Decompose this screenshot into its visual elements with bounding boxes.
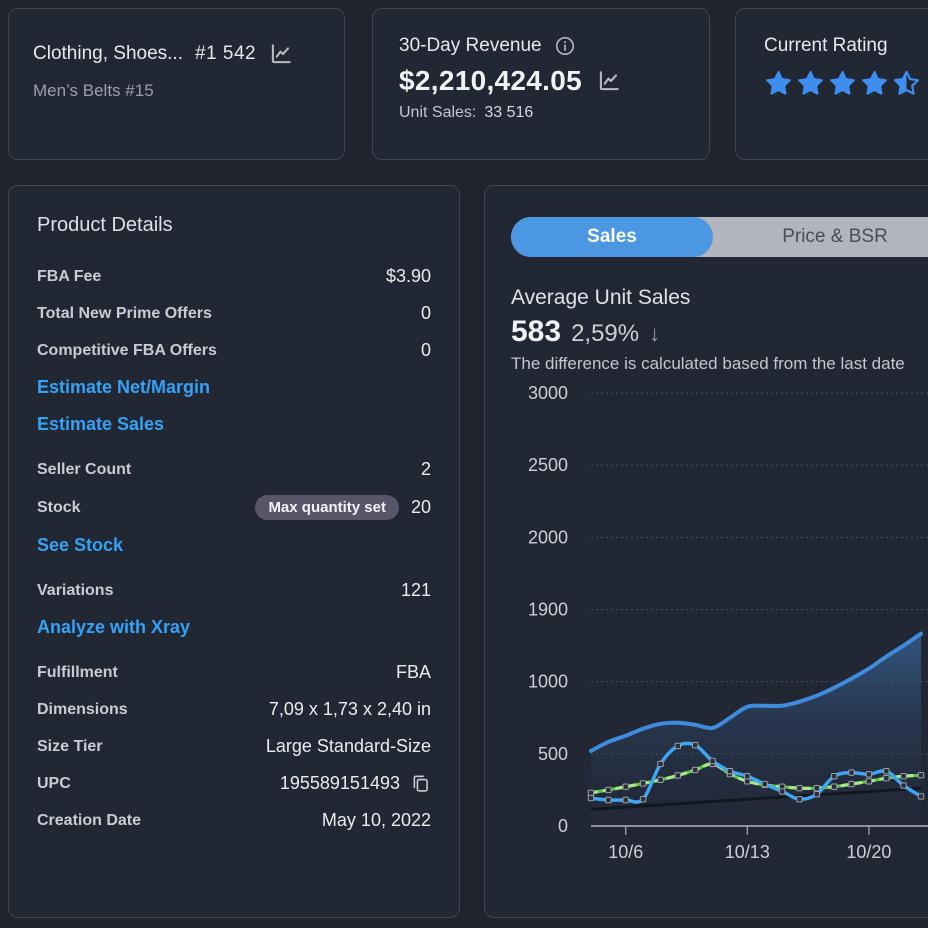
prime-offers-row: Total New Prime Offers 0: [37, 302, 431, 325]
stat-value: 583: [511, 315, 562, 348]
row-value: $3.90: [385, 266, 431, 286]
unit-sales-label: Unit Sales:: [399, 104, 477, 121]
svg-text:3000: 3000: [528, 383, 568, 403]
row-label: Stock: [37, 498, 81, 516]
row-label: Fulfillment: [37, 663, 118, 681]
row-value: 20: [410, 497, 431, 517]
row-label: Variations: [37, 581, 114, 599]
revenue-title: 30-Day Revenue: [399, 35, 542, 56]
info-icon[interactable]: [554, 35, 576, 57]
logistics-group: Fulfillment FBA Dimensions 7,09 x 1,73 x…: [37, 661, 431, 832]
fulfillment-row: Fulfillment FBA: [37, 661, 431, 684]
stock-row: Stock Max quantity set 20: [37, 495, 431, 520]
svg-text:10/13: 10/13: [725, 842, 770, 862]
row-label: Competitive FBA Offers: [37, 341, 217, 359]
rating-card: Current Rating: [735, 8, 928, 160]
row-label: Seller Count: [37, 460, 132, 478]
star-icon: [862, 70, 887, 95]
svg-text:2000: 2000: [528, 527, 568, 547]
line-chart-icon[interactable]: [268, 41, 294, 67]
svg-text:1000: 1000: [528, 672, 568, 692]
sales-chart-panel: Sales Price & BSR Average Unit Sales 583…: [484, 185, 928, 918]
category-subrank: Men’s Belts #15: [33, 81, 154, 100]
estimate-net-margin-link[interactable]: Estimate Net/Margin: [37, 376, 431, 399]
sales-price-tabs: Sales Price & BSR: [511, 217, 928, 257]
revenue-value: $2,210,424.05: [399, 65, 582, 96]
tab-sales[interactable]: Sales: [511, 217, 713, 257]
row-value: FBA: [395, 662, 431, 682]
copy-icon[interactable]: [410, 773, 431, 794]
row-value: Large Standard-Size: [265, 736, 431, 756]
sales-line-chart[interactable]: 0 500 1000 1900 2000 2500 3000 10/6 10/13 10/20: [485, 381, 928, 891]
category-rank: #1 542: [194, 43, 257, 64]
chart-heading: Average Unit Sales: [511, 286, 691, 309]
see-stock-link[interactable]: See Stock: [37, 534, 431, 557]
down-arrow-icon: ↓: [649, 321, 661, 346]
row-label: UPC: [37, 774, 71, 792]
seller-count-row: Seller Count 2: [37, 458, 431, 481]
row-label: Total New Prime Offers: [37, 304, 212, 322]
row-value: May 10, 2022: [321, 810, 431, 830]
panel-title: Product Details: [37, 214, 173, 236]
estimate-sales-link[interactable]: Estimate Sales: [37, 413, 431, 436]
star-icon: [893, 70, 920, 95]
star-icon: [766, 70, 791, 95]
creation-date-row: Creation Date May 10, 2022: [37, 809, 431, 832]
row-value: 121: [400, 580, 431, 600]
star-rating: [764, 69, 928, 98]
star-icon: [798, 70, 823, 95]
row-value: 0: [420, 303, 431, 323]
rating-title: Current Rating: [764, 35, 888, 56]
svg-text:0: 0: [558, 816, 568, 836]
svg-text:10/20: 10/20: [846, 842, 891, 862]
line-chart-icon[interactable]: [596, 68, 622, 94]
upc-row: UPC 195589151493: [37, 772, 431, 795]
svg-text:10/6: 10/6: [608, 842, 643, 862]
fees-offers-group: FBA Fee $3.90 Total New Prime Offers 0 C…: [37, 265, 431, 436]
svg-text:1900: 1900: [528, 600, 568, 620]
tab-price-bsr[interactable]: Price & BSR: [713, 217, 928, 257]
variations-group: Variations 121 Analyze with Xray: [37, 579, 431, 639]
row-label: Creation Date: [37, 811, 142, 829]
competitive-offers-row: Competitive FBA Offers 0: [37, 339, 431, 362]
max-quantity-badge: Max quantity set: [255, 495, 399, 520]
analyze-with-xray-link[interactable]: Analyze with Xray: [37, 616, 431, 639]
stat-subtitle: The difference is calculated based from …: [511, 354, 905, 373]
row-value: 195589151493: [279, 773, 400, 793]
star-icon: [830, 70, 855, 95]
product-details-panel: Product Details FBA Fee $3.90 Total New …: [8, 185, 460, 918]
row-label: Dimensions: [37, 700, 128, 718]
svg-text:2500: 2500: [528, 455, 568, 475]
variations-row: Variations 121: [37, 579, 431, 602]
seller-stock-group: Seller Count 2 Stock Max quantity set 20…: [37, 458, 431, 557]
unit-sales-value: 33 516: [484, 104, 534, 121]
stat-change: 2,59%: [571, 320, 640, 347]
row-label: FBA Fee: [37, 267, 102, 285]
svg-text:500: 500: [538, 744, 568, 764]
stat-row: 583 2,59% ↓: [511, 315, 660, 349]
dimensions-row: Dimensions 7,09 x 1,73 x 2,40 in: [37, 698, 431, 721]
category-title: Clothing, Shoes...: [33, 43, 183, 64]
row-value: 0: [420, 340, 431, 360]
row-value: 7,09 x 1,73 x 2,40 in: [268, 699, 431, 719]
revenue-card: 30-Day Revenue $2,210,424.05 Unit Sales:…: [372, 8, 710, 160]
size-tier-row: Size Tier Large Standard-Size: [37, 735, 431, 758]
row-value: 2: [420, 459, 431, 479]
fba-fee-row: FBA Fee $3.90: [37, 265, 431, 288]
row-label: Size Tier: [37, 737, 103, 755]
category-rank-card: Clothing, Shoes... #1 542 Men’s Belts #1…: [8, 8, 345, 160]
